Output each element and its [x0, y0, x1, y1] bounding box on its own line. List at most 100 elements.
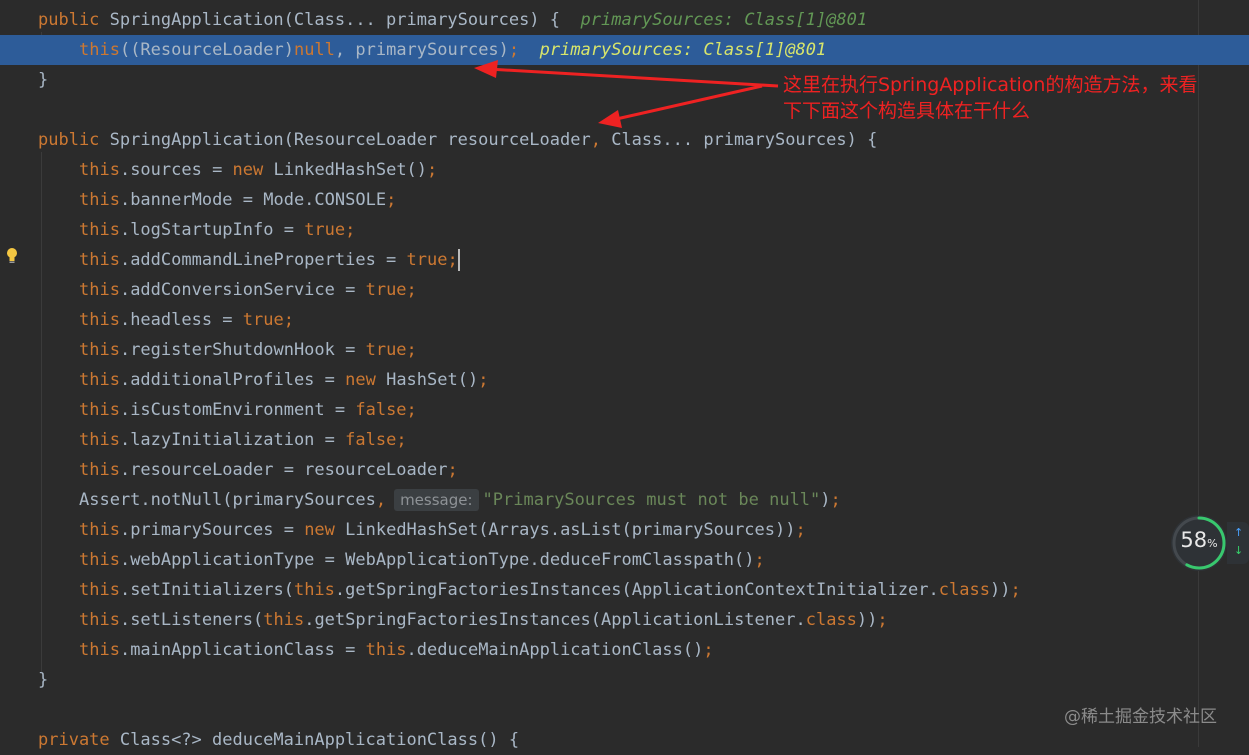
upload-arrow-icon: ↑ [1234, 526, 1244, 539]
semicolon: ; [830, 490, 841, 510]
semicolon: ; [396, 430, 407, 450]
this-keyword: this [79, 310, 120, 330]
keyword: public [38, 130, 100, 150]
new-keyword: new [304, 520, 335, 540]
this-keyword: this [79, 190, 120, 210]
param: (ResourceLoader resourceLoader [283, 130, 591, 150]
this-keyword: this [79, 610, 120, 630]
code-line[interactable]: this.logStartupInfo = true; [0, 215, 1249, 245]
parameter-hint-chip: message: [394, 489, 479, 511]
semicolon: ; [427, 160, 438, 180]
this-keyword: this [263, 610, 305, 630]
field: .primarySources = [119, 520, 305, 540]
code-line[interactable]: this.sources = new LinkedHashSet(); [0, 155, 1249, 185]
constructor-name: SpringApplication [109, 130, 284, 150]
field: .resourceLoader = resourceLoader [119, 460, 448, 480]
code-line[interactable]: this.primarySources = new LinkedHashSet(… [0, 515, 1249, 545]
this-keyword: this [79, 340, 120, 360]
semicolon: ; [406, 340, 417, 360]
this-keyword: this [365, 640, 407, 660]
net-speed-panel: ↑ ↓ [1227, 522, 1249, 564]
lightbulb-icon[interactable] [5, 247, 19, 265]
this-keyword: this [79, 160, 120, 180]
keyword: private [38, 730, 110, 750]
string-literal: "PrimarySources must not be null" [482, 490, 821, 510]
annotation-text: 这里在执行SpringApplication的构造方法，来看 下下面这个构造具体… [783, 72, 1197, 124]
annotation-line: 下下面这个构造具体在干什么 [783, 100, 1031, 122]
code-line[interactable]: this.setListeners(this.getSpringFactorie… [0, 605, 1249, 635]
code-line[interactable]: this.registerShutdownHook = true; [0, 335, 1249, 365]
code-line[interactable]: this.setInitializers(this.getSpringFacto… [0, 575, 1249, 605]
code-line[interactable]: public SpringApplication(ResourceLoader … [0, 125, 1249, 155]
field: .lazyInitialization = [119, 430, 346, 450]
gauge-number: 58 [1180, 528, 1208, 552]
constructor-name: SpringApplication [109, 10, 284, 30]
text-cursor [457, 249, 460, 271]
field: .headless = [119, 310, 243, 330]
paren: )) [856, 610, 878, 630]
code-line[interactable]: this.isCustomEnvironment = false; [0, 395, 1249, 425]
null-literal: null [293, 40, 335, 60]
semicolon: ; [447, 250, 458, 270]
comma: , [590, 130, 601, 150]
paren: )) [989, 580, 1011, 600]
semicolon: ; [478, 370, 489, 390]
field: .addCommandLineProperties = [119, 250, 407, 270]
this-keyword: this [79, 550, 120, 570]
this-keyword: this [293, 580, 335, 600]
boolean-literal: false [355, 400, 407, 420]
memory-gauge[interactable]: 58% [1171, 515, 1227, 571]
code-line[interactable]: this.addCommandLineProperties = true; [0, 245, 1249, 275]
code-line[interactable]: this.addConversionService = true; [0, 275, 1249, 305]
code-line[interactable]: this.lazyInitialization = false; [0, 425, 1249, 455]
code-line[interactable]: this.additionalProfiles = new HashSet(); [0, 365, 1249, 395]
field: .additionalProfiles = [119, 370, 346, 390]
boolean-literal: false [345, 430, 397, 450]
new-keyword: new [345, 370, 376, 390]
value: HashSet() [375, 370, 479, 390]
semicolon: ; [508, 40, 520, 60]
code-line[interactable]: this.headless = true; [0, 305, 1249, 335]
code-line[interactable]: this.resourceLoader = resourceLoader; [0, 455, 1249, 485]
semicolon: ; [283, 310, 294, 330]
class-keyword: class [938, 580, 990, 600]
gauge-value: 58% [1171, 528, 1227, 552]
new-keyword: new [232, 160, 264, 180]
semicolon: ; [345, 220, 356, 240]
boolean-literal: true [304, 220, 346, 240]
paren: ) [820, 490, 831, 510]
cast: ((ResourceLoader) [119, 40, 294, 60]
code-line[interactable]: this.webApplicationType = WebApplication… [0, 545, 1249, 575]
code-line[interactable]: this.mainApplicationClass = this.deduceM… [0, 635, 1249, 665]
this-keyword: this [79, 640, 120, 660]
execution-line-highlight[interactable]: this((ResourceLoader)null, primarySource… [0, 35, 1249, 65]
this-keyword: this [79, 430, 120, 450]
code-line[interactable]: public SpringApplication(Class... primar… [0, 5, 1249, 35]
code-line[interactable]: private Class<?> deduceMainApplicationCl… [0, 725, 1249, 755]
params: (Class... primarySources) { [283, 10, 561, 30]
this-keyword: this [79, 220, 120, 240]
semicolon: ; [406, 400, 417, 420]
semicolon: ; [877, 610, 888, 630]
this-keyword: this [79, 460, 120, 480]
semicolon: ; [406, 280, 417, 300]
args: , primarySources) [334, 40, 509, 60]
field: .sources = [119, 160, 233, 180]
this-keyword: this [79, 250, 120, 270]
code-line[interactable]: this.bannerMode = Mode.CONSOLE; [0, 185, 1249, 215]
semicolon: ; [703, 640, 714, 660]
this-keyword: this [79, 520, 120, 540]
this-keyword: this [79, 280, 120, 300]
method-call: .deduceMainApplicationClass() [406, 640, 704, 660]
closing-brace: } [38, 70, 49, 90]
value: LinkedHashSet() [263, 160, 428, 180]
code-line[interactable]: } [0, 665, 1249, 695]
code-line[interactable]: Assert.notNull(primarySources, message: "P… [0, 485, 1249, 515]
field: .registerShutdownHook = [119, 340, 366, 360]
value: LinkedHashSet(Arrays.asList(primarySourc… [334, 520, 796, 540]
annotation-line: 这里在执行SpringApplication的构造方法，来看 [783, 74, 1198, 96]
semicolon: ; [386, 190, 397, 210]
field: .mainApplicationClass = [119, 640, 366, 660]
debug-inline-value: primarySources: Class[1]@801 [580, 10, 868, 30]
watermark: @稀土掘金技术社区 [1064, 707, 1217, 727]
